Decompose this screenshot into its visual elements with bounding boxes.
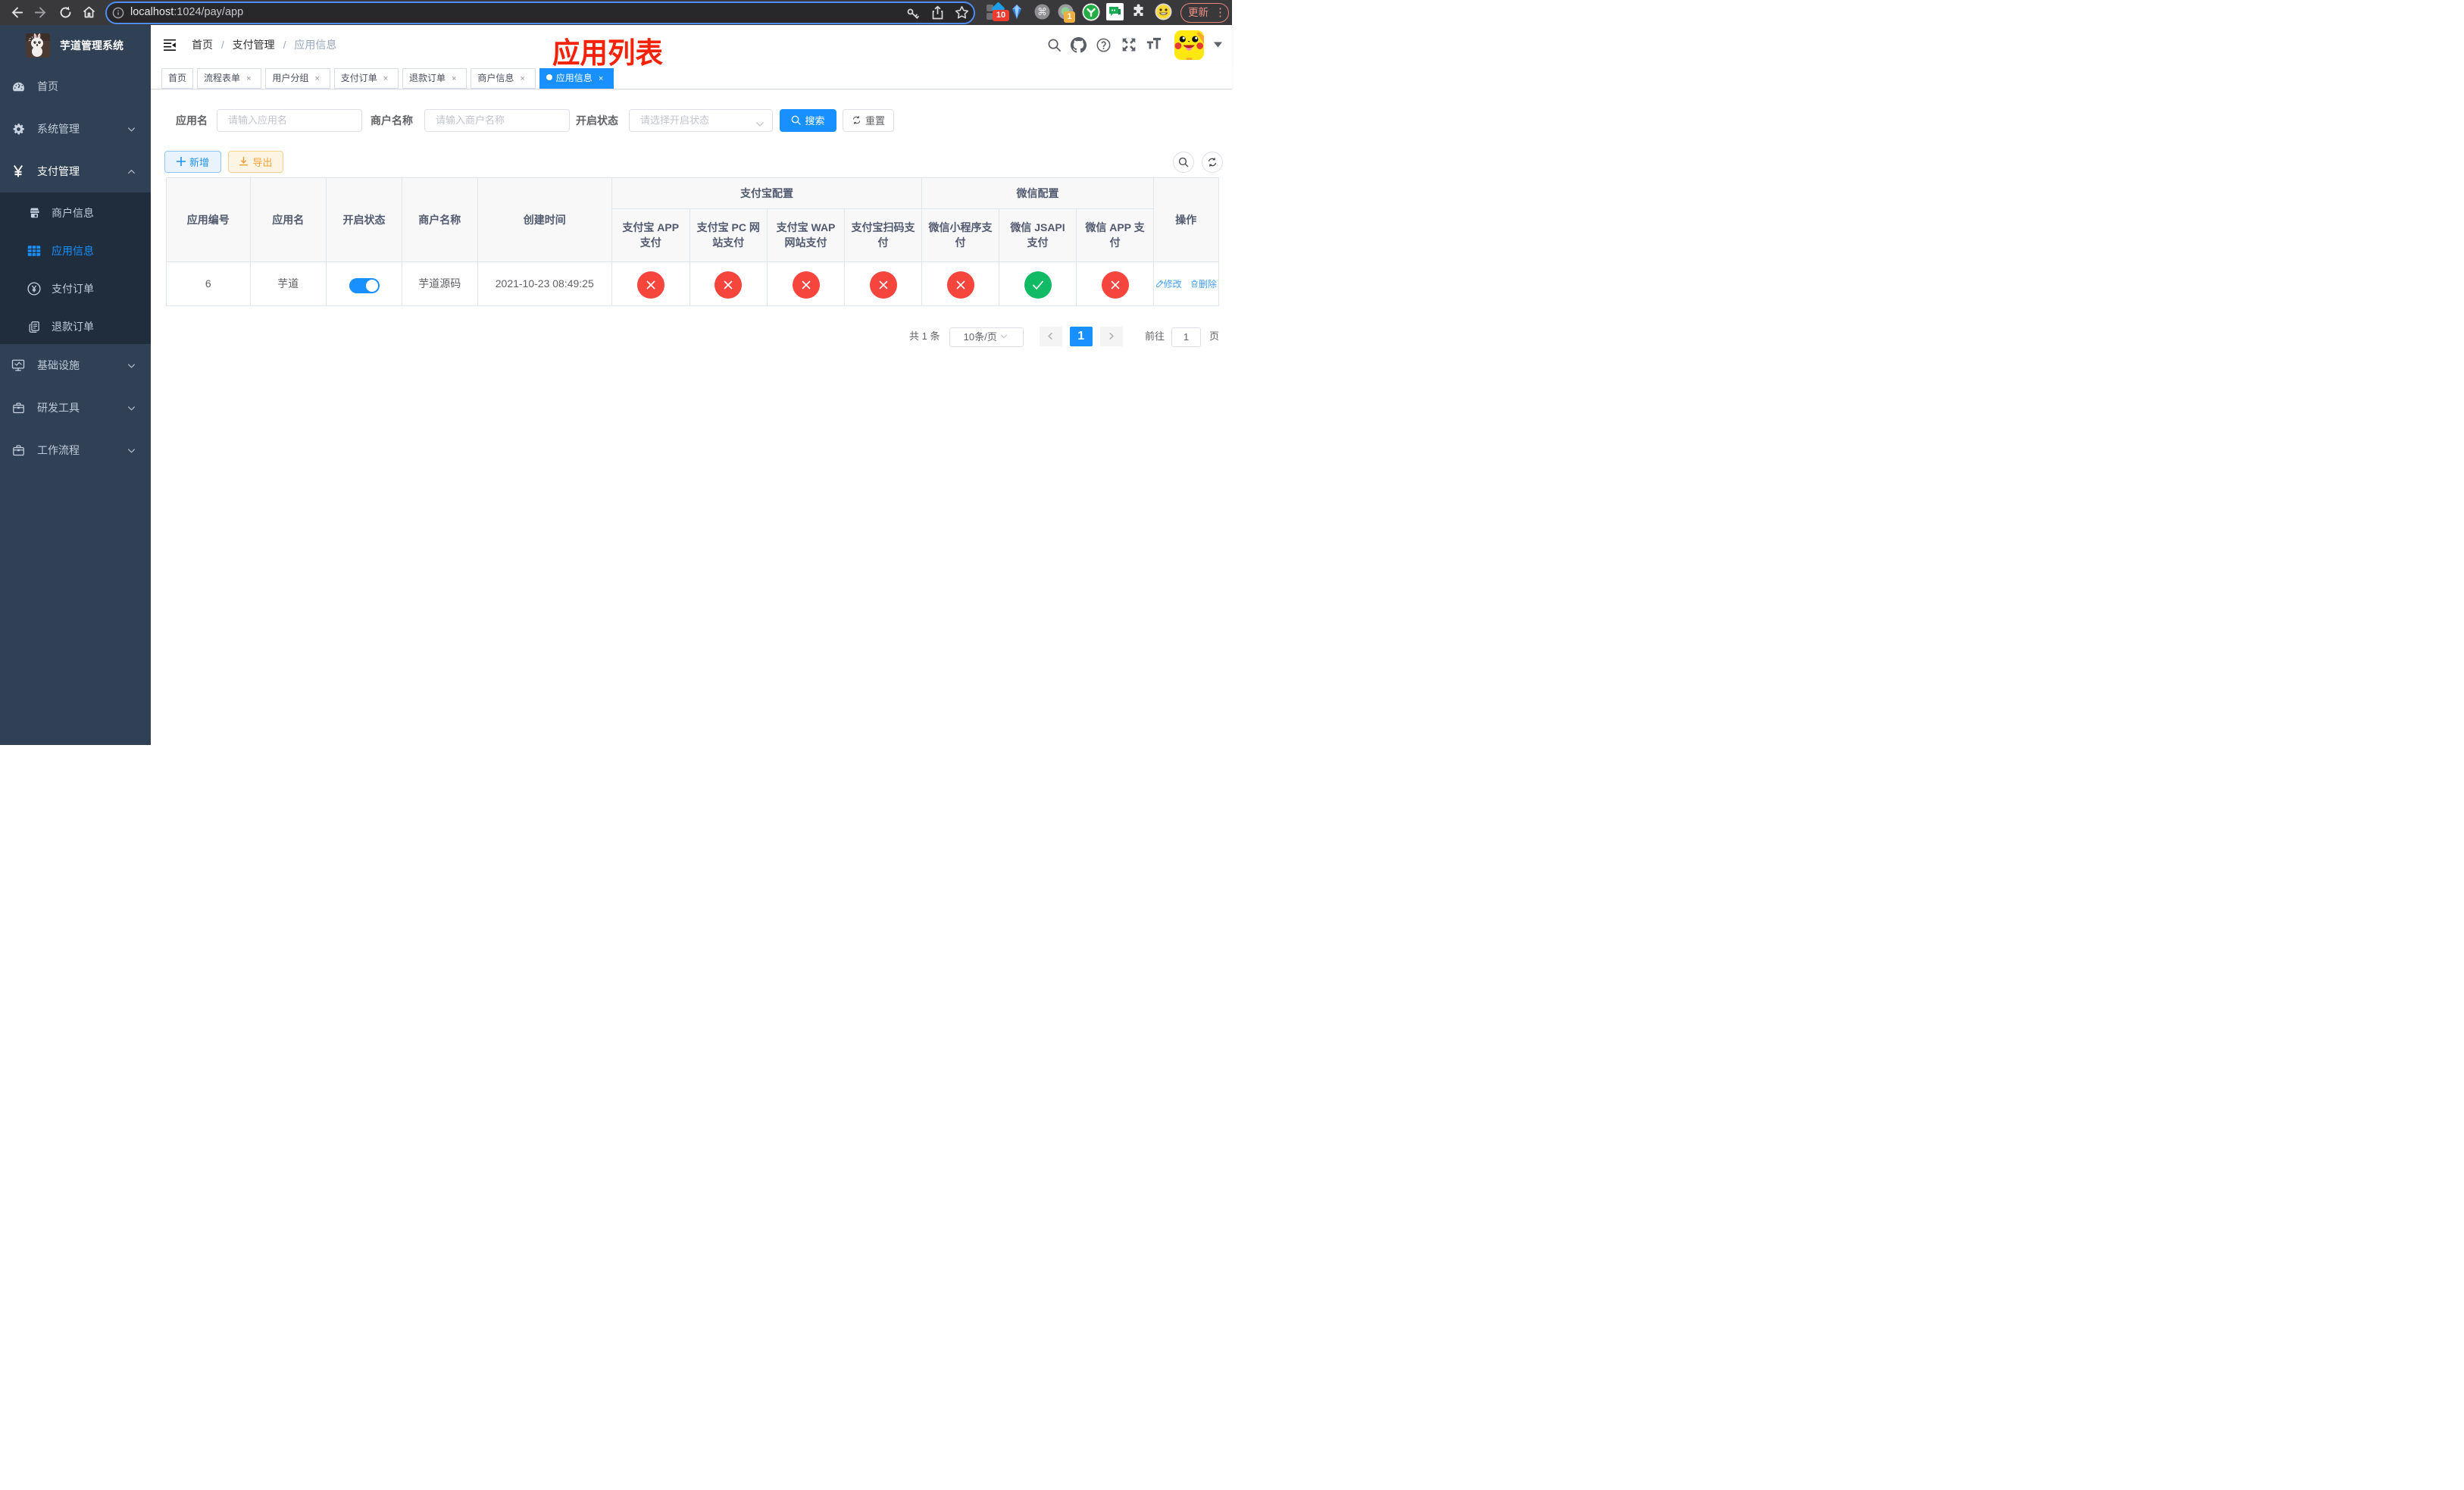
svg-text:⌘: ⌘: [1037, 6, 1047, 17]
